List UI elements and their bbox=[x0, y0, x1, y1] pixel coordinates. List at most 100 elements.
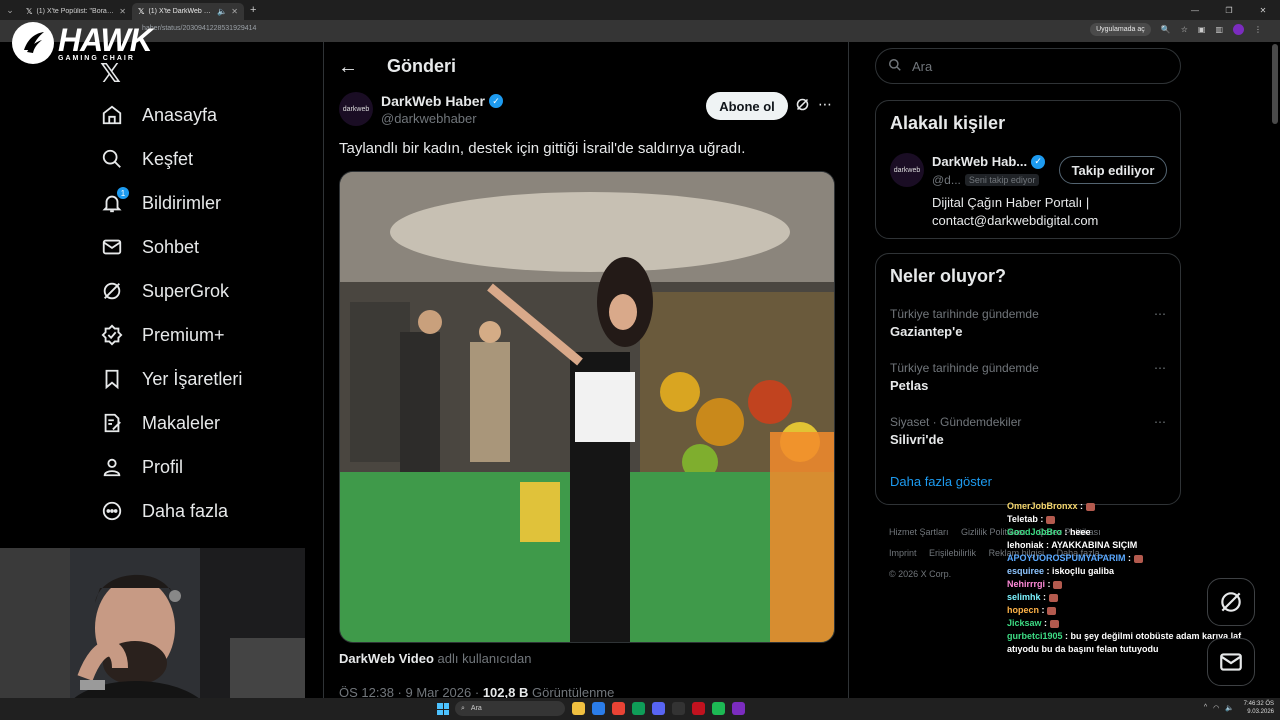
tab-close-icon[interactable]: ✕ bbox=[231, 7, 238, 16]
related-name[interactable]: DarkWeb Hab... ✓ bbox=[932, 154, 1046, 169]
sidebar-item-chat[interactable]: Sohbet bbox=[100, 232, 199, 262]
open-in-app-button[interactable]: Uygulamada aç bbox=[1090, 23, 1151, 36]
edge-icon[interactable] bbox=[592, 702, 605, 715]
sidebar-item-explore[interactable]: Keşfet bbox=[100, 144, 193, 174]
url-field[interactable]: haber/status/2030941228531929414 bbox=[142, 25, 256, 32]
related-handle-text[interactable]: @d... bbox=[932, 173, 961, 187]
more-options-icon[interactable]: ⋯ bbox=[1154, 415, 1166, 429]
close-window-button[interactable]: ✕ bbox=[1246, 0, 1280, 20]
sidebar-item-supergrok[interactable]: SuperGrok bbox=[100, 276, 229, 306]
chrome-icon[interactable] bbox=[612, 702, 625, 715]
profile-avatar[interactable] bbox=[1233, 24, 1244, 35]
trends-title: Neler oluyor? bbox=[890, 266, 1007, 286]
trend-context: Türkiye tarihinde gündemde bbox=[890, 307, 1039, 321]
back-arrow-icon[interactable]: ← bbox=[338, 56, 358, 79]
trend-context: Siyaset · Gündemdekiler bbox=[890, 415, 1022, 429]
sidebar-item-notifications[interactable]: 1 Bildirimler bbox=[100, 187, 221, 218]
author-name[interactable]: DarkWeb Haber ✓ bbox=[381, 93, 504, 109]
maximize-button[interactable]: ❐ bbox=[1212, 0, 1246, 20]
mail-icon bbox=[100, 235, 124, 259]
webcam-feed bbox=[0, 548, 305, 720]
extensions-icon[interactable]: ▣ bbox=[1198, 25, 1206, 34]
credit-name[interactable]: DarkWeb Video bbox=[339, 651, 434, 666]
sidebar-item-profile[interactable]: Profil bbox=[100, 452, 183, 482]
wifi-icon[interactable]: ◠ bbox=[1213, 704, 1219, 712]
chat-username: selimhk bbox=[1007, 592, 1041, 602]
x-logo-icon: 𝕏 bbox=[26, 7, 33, 16]
new-tab-button[interactable]: + bbox=[250, 4, 256, 16]
author-avatar[interactable]: darkweb bbox=[339, 92, 373, 126]
sidebar-item-bookmarks[interactable]: Yer İşaretleri bbox=[100, 364, 242, 394]
related-handle: @d... Seni takip ediyor bbox=[932, 173, 1040, 187]
sidebar-item-more[interactable]: Daha fazla bbox=[100, 496, 228, 526]
page-title: Gönderi bbox=[387, 56, 457, 76]
chat-username: hopecn bbox=[1007, 605, 1040, 615]
zoom-icon[interactable]: 🔍 bbox=[1161, 25, 1171, 34]
chat-separator: : bbox=[1077, 501, 1086, 511]
app-icon[interactable] bbox=[692, 702, 705, 715]
minimize-button[interactable]: — bbox=[1178, 0, 1212, 20]
chat-message: GoodJobBro : heee bbox=[1007, 526, 1267, 539]
tab-list-chevron-icon[interactable]: ⌄ bbox=[0, 0, 20, 20]
trend-item[interactable]: Siyaset · Gündemdekiler Silivri'de bbox=[890, 415, 1021, 447]
taskbar-clock[interactable]: 7:46:32 ÖS 9.03.2026 bbox=[1244, 700, 1274, 716]
file-explorer-icon[interactable] bbox=[572, 702, 585, 715]
author-handle[interactable]: @darkwebhaber bbox=[381, 111, 477, 126]
browser-tab-bar: ⌄ 𝕏 (1) X'te Popülist: "Boran Kuzum ✕ 𝕏 … bbox=[0, 0, 1280, 20]
related-avatar[interactable]: darkweb bbox=[890, 153, 924, 187]
chevron-up-icon[interactable]: ^ bbox=[1204, 704, 1207, 712]
search-icon bbox=[888, 58, 902, 75]
store-icon[interactable] bbox=[632, 702, 645, 715]
post-video[interactable] bbox=[339, 171, 835, 643]
subscribe-button[interactable]: Abone ol bbox=[706, 92, 788, 120]
messages-fab-button[interactable] bbox=[1207, 638, 1255, 686]
sidebar-item-articles[interactable]: Makaleler bbox=[100, 408, 220, 438]
trend-name: Silivri'de bbox=[890, 432, 944, 447]
bookmark-star-icon[interactable]: ☆ bbox=[1181, 25, 1188, 34]
windows-start-icon[interactable] bbox=[437, 703, 449, 715]
sidebar-item-premium[interactable]: Premium+ bbox=[100, 320, 225, 350]
footer-link[interactable]: Hizmet Şartları bbox=[889, 527, 949, 537]
taskbar-search-input[interactable]: ⌕ Ara bbox=[455, 701, 565, 716]
trend-name: Petlas bbox=[890, 378, 929, 393]
spotify-icon[interactable] bbox=[712, 702, 725, 715]
footer-link[interactable]: Imprint bbox=[889, 548, 917, 558]
tab-audio-icon[interactable]: 🔈 bbox=[217, 7, 227, 16]
volume-icon[interactable]: 🔈 bbox=[1225, 704, 1234, 712]
page-scrollbar[interactable] bbox=[1272, 44, 1278, 124]
browser-tab-2[interactable]: 𝕏 (1) X'te DarkWeb Haber: "Ta 🔈 ✕ bbox=[132, 3, 244, 20]
discord-icon[interactable] bbox=[652, 702, 665, 715]
sidebar-item-label: Daha fazla bbox=[142, 500, 229, 521]
obs-icon[interactable] bbox=[732, 702, 745, 715]
more-options-icon[interactable]: ⋯ bbox=[1154, 361, 1166, 375]
tab-close-icon[interactable]: ✕ bbox=[119, 7, 126, 16]
show-more-link[interactable]: Daha fazla göster bbox=[890, 474, 992, 489]
browser-tab-1[interactable]: 𝕏 (1) X'te Popülist: "Boran Kuzum ✕ bbox=[20, 3, 132, 20]
steam-icon[interactable] bbox=[672, 702, 685, 715]
following-button[interactable]: Takip ediliyor bbox=[1059, 156, 1167, 184]
chat-emote-icon bbox=[1047, 606, 1057, 615]
avatar-text: darkweb bbox=[342, 105, 370, 113]
taskbar-search-placeholder: Ara bbox=[470, 705, 482, 712]
sidebar-item-home[interactable]: Anasayfa bbox=[100, 100, 217, 130]
bell-icon: 1 bbox=[100, 187, 129, 215]
sidebar-item-label: Anasayfa bbox=[142, 104, 218, 125]
chat-emote-icon bbox=[1133, 554, 1143, 563]
trend-item[interactable]: Türkiye tarihinde gündemde Petlas bbox=[890, 361, 1039, 393]
footer-link[interactable]: Erişilebilirlik bbox=[929, 548, 976, 558]
trend-context: Türkiye tarihinde gündemde bbox=[890, 361, 1039, 375]
trend-item[interactable]: Türkiye tarihinde gündemde Gaziantep'e bbox=[890, 307, 1039, 339]
profile-icon bbox=[100, 455, 124, 479]
sidebar-icon[interactable]: ▥ bbox=[1215, 25, 1223, 34]
grok-icon[interactable] bbox=[795, 97, 810, 115]
premium-icon bbox=[100, 323, 124, 347]
more-options-icon[interactable]: ⋯ bbox=[1154, 307, 1166, 321]
home-icon bbox=[100, 103, 124, 127]
chat-text: iskoçllu galiba bbox=[1052, 566, 1115, 576]
address-bar-actions: Uygulamada aç 🔍 ☆ ▣ ▥ ⋮ bbox=[1090, 23, 1262, 36]
grok-fab-button[interactable] bbox=[1207, 578, 1255, 626]
menu-icon[interactable]: ⋮ bbox=[1254, 25, 1262, 34]
more-circle-icon bbox=[100, 499, 124, 523]
more-options-icon[interactable]: ⋯ bbox=[818, 96, 832, 113]
search-input[interactable]: Ara bbox=[875, 48, 1181, 84]
